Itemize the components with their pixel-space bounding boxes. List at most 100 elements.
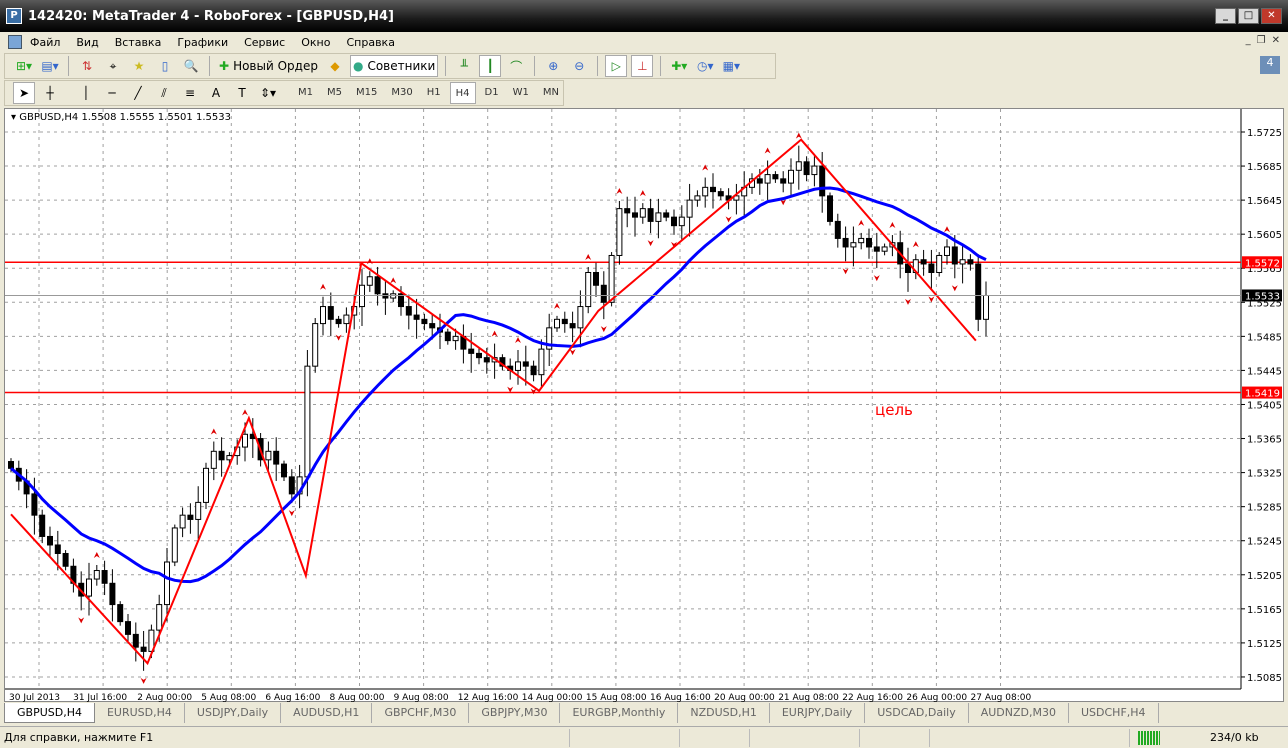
candle-body — [780, 178, 787, 184]
timeframe-h1[interactable]: H1 — [422, 82, 446, 104]
chart-tab[interactable]: GBPCHF,M30 — [372, 703, 470, 723]
menu-charts[interactable]: Графики — [169, 36, 236, 49]
candle-body — [31, 493, 38, 516]
line-chart-icon[interactable]: ⌒ — [505, 55, 527, 77]
fractal-down-marker — [928, 296, 935, 303]
timeframe-m1[interactable]: M1 — [293, 82, 318, 104]
chart-tab[interactable]: EURUSD,H4 — [95, 703, 185, 723]
autoscroll-icon[interactable]: ▷ — [605, 55, 628, 77]
experts-icon: ● — [352, 59, 364, 73]
candle-body — [522, 361, 529, 367]
candle-body — [47, 535, 53, 546]
timeframe-m30[interactable]: M30 — [386, 82, 417, 104]
fractal-up-marker — [858, 219, 865, 226]
maximize-button[interactable]: □ — [1238, 8, 1259, 24]
moving-average-line — [10, 186, 987, 584]
menu-tools[interactable]: Сервис — [236, 36, 293, 49]
candle-body — [140, 646, 147, 652]
equidistant-channel-icon[interactable]: ⫽ — [153, 82, 175, 104]
chart-window-icon[interactable] — [8, 35, 22, 49]
chart-tab[interactable]: USDJPY,Daily — [185, 703, 282, 723]
mdi-minimize-button[interactable]: _ — [1246, 35, 1251, 46]
help-text: Для справки, нажмите F1 — [0, 728, 570, 747]
notification-icon[interactable]: 4 — [1260, 56, 1280, 74]
fractal-up-marker — [93, 551, 100, 558]
chart-shift-icon[interactable]: ⊥ — [631, 55, 654, 77]
target-annotation: цель — [875, 401, 913, 419]
trendline-icon[interactable]: ╱ — [127, 82, 149, 104]
mdi-restore-button[interactable]: ❐ — [1257, 35, 1266, 46]
periods-icon[interactable]: ◷▾ — [694, 55, 716, 77]
text-icon[interactable]: A — [205, 82, 227, 104]
menu-window[interactable]: Окно — [293, 36, 338, 49]
fractal-down-marker — [951, 285, 958, 292]
timeframe-h4[interactable]: H4 — [449, 82, 476, 104]
zoom-out-icon[interactable]: ⊖ — [568, 55, 590, 77]
fractal-up-marker — [554, 302, 560, 309]
timeframe-mn[interactable]: MN — [538, 82, 564, 104]
candle-body — [920, 259, 927, 265]
fractal-down-marker — [140, 677, 147, 684]
close-button[interactable]: ✕ — [1261, 8, 1282, 24]
candle-body — [803, 161, 810, 176]
candle-body — [671, 216, 677, 227]
chart-tab[interactable]: AUDUSD,H1 — [281, 703, 373, 723]
menu-view[interactable]: Вид — [68, 36, 106, 49]
vertical-line-icon[interactable]: │ — [75, 82, 97, 104]
candle-body — [764, 174, 771, 184]
candle-body — [788, 169, 794, 184]
chart-tab[interactable]: USDCHF,H4 — [1069, 703, 1159, 723]
price-chart[interactable]: 1.57251.56851.56451.56051.55651.55251.54… — [5, 109, 1285, 703]
candle-body — [936, 254, 943, 273]
fractal-up-marker — [639, 190, 646, 197]
arrows-icon[interactable]: ⇕▾ — [257, 82, 279, 104]
chart-tab[interactable]: EURGBP,Monthly — [560, 703, 679, 723]
fractal-up-marker — [702, 164, 709, 171]
chart-tab[interactable]: EURJPY,Daily — [770, 703, 866, 723]
templates-icon[interactable]: ▦▾ — [720, 55, 742, 77]
fractal-up-marker — [210, 428, 217, 435]
bar-chart-icon[interactable]: ╨ — [453, 55, 475, 77]
minimize-button[interactable]: _ — [1215, 8, 1236, 24]
chart-tab[interactable]: NZDUSD,H1 — [678, 703, 770, 723]
experts-button[interactable]: ● Советники — [349, 55, 439, 77]
menu-insert[interactable]: Вставка — [107, 36, 170, 49]
timeframe-d1[interactable]: D1 — [480, 82, 504, 104]
candle-body — [203, 467, 209, 503]
strategy-tester-icon[interactable]: 🔍 — [180, 55, 202, 77]
chart-tab[interactable]: AUDNZD,M30 — [969, 703, 1069, 723]
new-order-label: Новый Ордер — [233, 59, 318, 73]
chart-tab[interactable]: GBPJPY,M30 — [469, 703, 561, 723]
text-label-icon[interactable]: T — [231, 82, 253, 104]
y-tick-label: 1.5605 — [1247, 230, 1282, 241]
candle-body — [335, 318, 342, 325]
menu-file[interactable]: Файл — [22, 36, 68, 49]
menu-help[interactable]: Справка — [338, 36, 402, 49]
fibonacci-icon[interactable]: ≡ — [179, 82, 201, 104]
candle-body — [842, 237, 849, 248]
metaeditor-icon[interactable]: ◆ — [324, 55, 346, 77]
terminal-icon[interactable]: ▯ — [154, 55, 176, 77]
mdi-close-button[interactable]: ✕ — [1272, 35, 1280, 46]
cursor-icon[interactable]: ➤ — [13, 82, 35, 104]
chart-tab[interactable]: USDCAD,Daily — [865, 703, 969, 723]
data-window-icon[interactable]: ⌖ — [102, 55, 124, 77]
new-order-button[interactable]: ✚ Новый Ордер — [217, 55, 320, 77]
candle-body — [694, 195, 701, 201]
timeframe-m15[interactable]: M15 — [351, 82, 382, 104]
horizontal-line-icon[interactable]: ─ — [101, 82, 123, 104]
zoom-in-icon[interactable]: ⊕ — [542, 55, 564, 77]
navigator-icon[interactable]: ★ — [128, 55, 150, 77]
candle-body — [101, 570, 108, 584]
timeframe-m5[interactable]: M5 — [322, 82, 347, 104]
new-chart-icon[interactable]: ⊞▾ — [13, 55, 35, 77]
chart-window[interactable]: 1.5725 1.5685 1.5645 1.5605 1.5565 1.5525 1.54… — [4, 108, 1285, 703]
fractal-down-marker — [873, 275, 880, 282]
indicators-icon[interactable]: ✚▾ — [668, 55, 690, 77]
market-watch-icon[interactable]: ⇅ — [76, 55, 98, 77]
candlestick-icon[interactable]: ┃ — [479, 55, 502, 77]
chart-tab[interactable]: GBPUSD,H4 — [4, 703, 95, 723]
crosshair-icon[interactable]: ┼ — [39, 82, 61, 104]
profiles-icon[interactable]: ▤▾ — [39, 55, 61, 77]
timeframe-w1[interactable]: W1 — [508, 82, 534, 104]
